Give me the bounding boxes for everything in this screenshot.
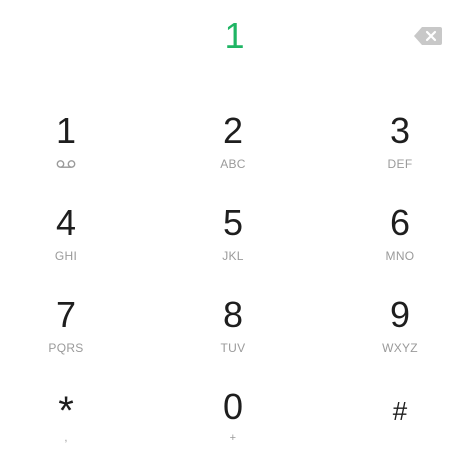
key-digit: 6 [389,202,411,243]
key-digit: 9 [389,294,411,335]
key-digit: 1 [55,110,77,151]
key-digit: 8 [222,294,244,335]
key-2[interactable]: 2 ABC [155,111,311,203]
key-letters: , [64,432,68,444]
key-digit: 0 [222,386,244,427]
backspace-button[interactable] [413,26,443,46]
backspace-icon [414,27,442,45]
key-star[interactable]: * , [0,387,144,453]
key-digit: 3 [389,110,411,151]
dialer-display: 1 [0,0,469,76]
key-4[interactable]: 4 GHI [0,203,144,295]
key-8[interactable]: 8 TUV [155,295,311,387]
key-5[interactable]: 5 JKL [155,203,311,295]
key-0[interactable]: 0 + [155,387,311,453]
key-letters: WXYZ [382,341,418,355]
key-digit: * [58,389,74,433]
key-hash[interactable]: # [322,387,469,453]
key-9[interactable]: 9 WXYZ [322,295,469,387]
key-letters: MNO [385,249,415,263]
key-digit: 7 [55,294,77,335]
key-digit: 5 [222,202,244,243]
key-digit: 2 [222,110,244,151]
dialed-number: 1 [224,15,245,56]
key-letters: JKL [222,249,244,263]
key-letters: PQRS [48,341,84,355]
key-letters: TUV [220,341,246,355]
key-letters: ABC [220,157,246,171]
key-digit: 4 [55,202,77,243]
key-1[interactable]: 1 [0,111,144,203]
key-letters: + [229,432,237,444]
key-3[interactable]: 3 DEF [322,111,469,203]
key-6[interactable]: 6 MNO [322,203,469,295]
key-letters: GHI [54,249,78,263]
key-7[interactable]: 7 PQRS [0,295,144,387]
voicemail-icon [56,160,76,168]
key-letters: DEF [387,157,413,171]
key-digit: # [392,396,408,426]
